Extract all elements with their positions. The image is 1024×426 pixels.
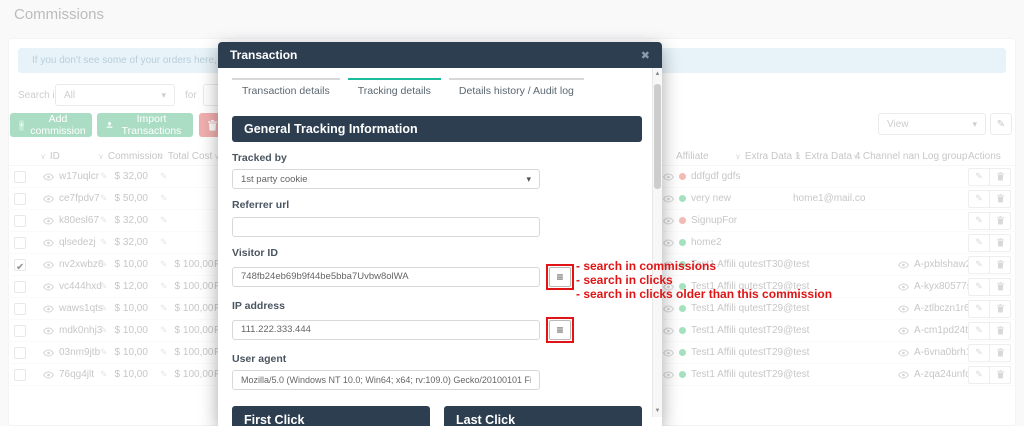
modal-scrollbar[interactable]: ▲ ▼ [652, 68, 662, 417]
close-icon[interactable]: ✖ [641, 49, 650, 62]
referrer-url-label: Referrer url [232, 199, 642, 211]
ip-address-input[interactable] [232, 320, 540, 340]
referrer-url-input[interactable] [232, 217, 540, 237]
ip-search-menu-button[interactable]: ≡ [549, 320, 571, 340]
tracked-by-select[interactable]: 1st party cookie ▾ [232, 169, 540, 189]
user-agent-label: User agent [232, 353, 642, 365]
tab[interactable]: Transaction details [232, 78, 340, 103]
annotation-notes: - search in commissions - search in clic… [576, 259, 832, 301]
modal-header: Transaction ✖ [218, 42, 662, 68]
modal-title: Transaction [230, 48, 641, 62]
screenshot-root: Commissions If you don't see some of you… [0, 0, 1024, 426]
visitor-id-input[interactable] [232, 267, 540, 287]
visitor-id-search-menu-button[interactable]: ≡ [549, 267, 571, 287]
referrer-group: Referrer url [232, 199, 642, 237]
tracked-by-group: Tracked by 1st party cookie ▾ [232, 152, 642, 189]
scroll-up-icon[interactable]: ▲ [653, 71, 662, 77]
click-panels: First Click Last Click [232, 406, 642, 426]
annotation-line: - search in clicks older than this commi… [576, 287, 832, 301]
modal-body: Transaction details Tracking details Det… [218, 68, 662, 426]
tab[interactable]: Details history / Audit log [449, 78, 584, 103]
tab[interactable]: Tracking details [348, 78, 441, 103]
tracked-by-value: 1st party cookie [241, 174, 308, 185]
annotation-line: - search in clicks [576, 273, 832, 287]
scroll-down-icon[interactable]: ▼ [653, 408, 662, 414]
annotation-highlight-box: ≡ [546, 264, 574, 290]
section-last-click: Last Click [444, 406, 642, 426]
tracked-by-label: Tracked by [232, 152, 642, 164]
chevron-down-icon: ▾ [526, 174, 531, 185]
section-general-tracking: General Tracking Information [232, 116, 642, 142]
user-agent-group: User agent [232, 353, 642, 390]
user-agent-input[interactable] [232, 370, 540, 390]
modal-tabs: Transaction details Tracking details Det… [232, 78, 642, 103]
annotation-highlight-box: ≡ [546, 317, 574, 343]
annotation-line: - search in commissions [576, 259, 832, 273]
visitor-id-label: Visitor ID [232, 247, 642, 259]
ip-address-label: IP address [232, 300, 642, 312]
scrollbar-thumb[interactable] [654, 84, 661, 189]
transaction-modal: Transaction ✖ Transaction details Tracki… [218, 42, 662, 426]
section-first-click: First Click [232, 406, 430, 426]
ip-address-group: IP address ≡ [232, 300, 642, 343]
